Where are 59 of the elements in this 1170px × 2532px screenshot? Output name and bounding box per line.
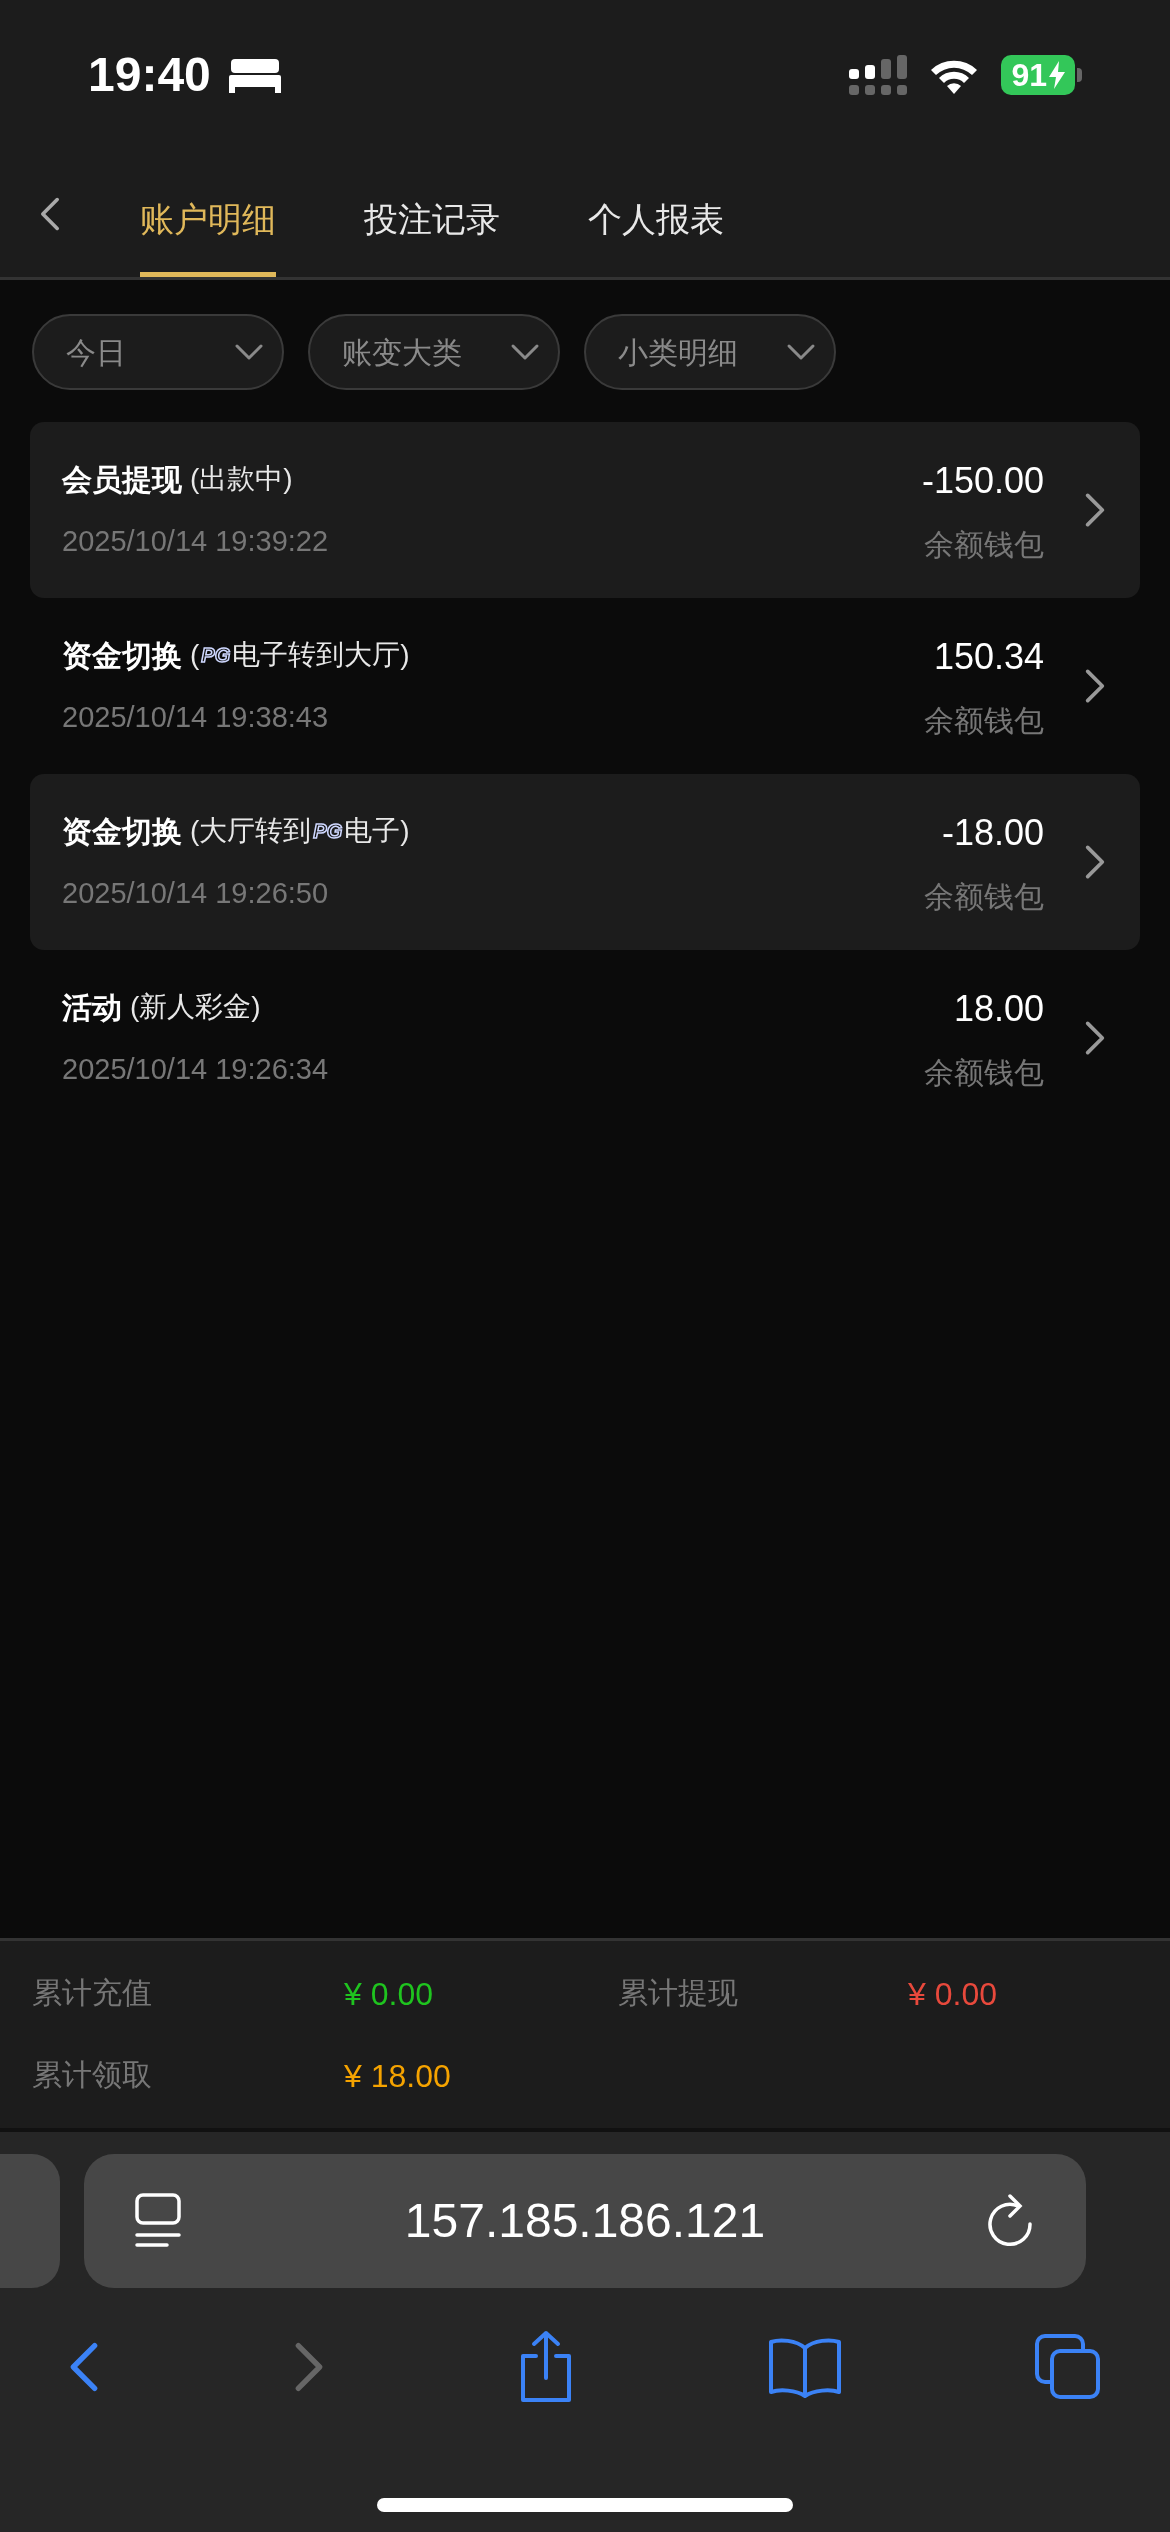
charging-bolt-icon: [1049, 61, 1065, 89]
transaction-time: 2025/10/14 19:38:43: [62, 699, 330, 735]
transaction-detail: (新人彩金): [130, 990, 261, 1025]
transaction-detail: (: [190, 638, 200, 673]
url-text: 157.185.186.121: [403, 2193, 767, 2249]
wallet-label: 余额钱包: [924, 1054, 1044, 1091]
transaction-title: 活动: [62, 989, 122, 1026]
transaction-time: 2025/10/14 19:26:34: [62, 1051, 330, 1087]
tab[interactable]: 个人报表: [588, 150, 724, 277]
transaction-row[interactable]: 会员提现 (出款中) 2025/10/14 19:39:22 -150.00 余额钱包: [30, 422, 1140, 598]
summary-label: 累计提现: [618, 1974, 739, 2011]
provider-logo: PG: [312, 821, 344, 842]
transaction-amount: 18.00: [953, 986, 1044, 1031]
chevron-right-icon: [1084, 490, 1106, 530]
summary-value: ¥ 0.00: [908, 1974, 998, 2014]
chevron-right-icon: [1084, 842, 1106, 882]
provider-logo: PG: [200, 645, 232, 666]
bookmarks-icon[interactable]: [767, 2336, 842, 2398]
tabs-icon[interactable]: [1034, 2333, 1102, 2401]
transaction-title: 资金切换: [62, 637, 182, 674]
summary-value: ¥ 0.00: [344, 1974, 434, 2014]
transaction-time: 2025/10/14 19:26:50: [62, 875, 330, 911]
chevron-right-icon: [1084, 666, 1106, 706]
transaction-row[interactable]: 资金切换 (PG电子转到大厅) 2025/10/14 19:38:43 150.34 余额钱包: [30, 598, 1140, 774]
transaction-row[interactable]: 活动 (新人彩金) 2025/10/14 19:26:34 18.00 余额钱包: [30, 950, 1140, 1126]
transaction-title: 资金切换: [62, 813, 182, 850]
transaction-amount: 150.34: [933, 634, 1044, 679]
filter-dropdown[interactable]: 小类明细: [584, 314, 836, 390]
page-menu-icon: [134, 2193, 182, 2249]
caret-icon: [786, 343, 816, 361]
caret-icon: [234, 343, 264, 361]
summary-label: 累计领取: [32, 2056, 153, 2093]
transaction-time: 2025/10/14 19:39:22: [62, 523, 330, 559]
transaction-detail: 电子): [344, 814, 410, 849]
battery-tip: [1077, 68, 1082, 82]
bed-icon: [228, 57, 281, 93]
filter-dropdown[interactable]: 今日: [32, 314, 284, 390]
filter-dropdown[interactable]: 账变大类: [308, 314, 560, 390]
wallet-label: 余额钱包: [924, 526, 1044, 563]
wallet-label: 余额钱包: [924, 878, 1044, 915]
back-icon: [39, 195, 61, 232]
transaction-detail: (出款中): [190, 462, 293, 497]
transaction-title: 会员提现: [62, 461, 182, 498]
transaction-row[interactable]: 资金切换 (大厅转到PG电子) 2025/10/14 19:26:50 -18.00 余额钱包: [30, 774, 1140, 950]
transaction-detail: (大厅转到: [190, 814, 312, 849]
tab[interactable]: 账户明细: [140, 150, 276, 277]
status-time: 19:40: [88, 47, 211, 103]
caret-icon: [510, 343, 540, 361]
transaction-amount: -18.00: [941, 810, 1044, 855]
summary-label: 累计充值: [32, 1974, 153, 2011]
summary-value: ¥ 18.00: [344, 2056, 452, 2096]
transaction-detail: 电子转到大厅): [232, 638, 410, 673]
wallet-label: 余额钱包: [924, 702, 1044, 739]
address-bar[interactable]: 157.185.186.121: [84, 2154, 1086, 2288]
tab[interactable]: 投注记录: [364, 150, 500, 277]
signal-icon: [849, 55, 908, 95]
chevron-right-icon: [1084, 1018, 1106, 1058]
battery-level: 91: [1011, 59, 1047, 91]
transaction-amount: -150.00: [921, 458, 1044, 503]
